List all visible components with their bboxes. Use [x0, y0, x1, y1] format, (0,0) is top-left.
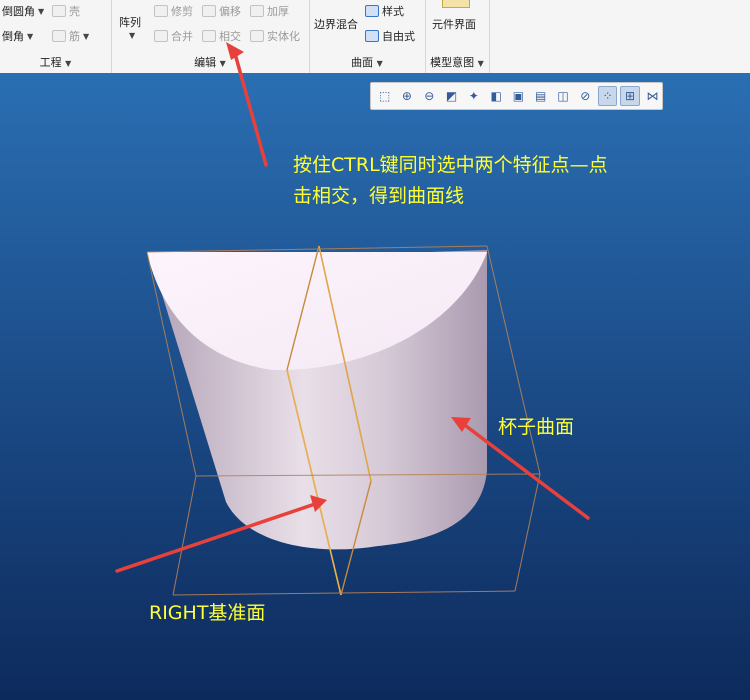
view-toolbar: ⬚ ⊕ ⊖ ◩ ✦ ◧ ▣ ▤ ◫ ⊘ ⁘ ⊞ ⋈	[370, 82, 663, 110]
instruction-text: 按住CTRL键同时选中两个特征点—点 击相交，得到曲面线	[293, 150, 608, 212]
arrow-head-top	[226, 42, 244, 60]
view-manager-icon[interactable]: ▤	[531, 86, 550, 106]
display-style-icon[interactable]: ◧	[486, 86, 505, 106]
axis-display-icon[interactable]: ⊘	[576, 86, 595, 106]
app-window: 倒圆角 ▼ 壳 倒角 ▼ 筋 ▼ 工程 ▼ 阵列 ▼ 修剪 偏移 加厚 合并 相…	[0, 0, 750, 700]
annotation-display-icon[interactable]: ⋈	[643, 86, 662, 106]
right-plane-label: RIGHT基准面	[149, 602, 266, 624]
instruction-line-2: 击相交，得到曲面线	[293, 185, 465, 207]
cup-surface-label: 杯子曲面	[498, 416, 575, 438]
spin-center-icon[interactable]: ✦	[464, 86, 483, 106]
point-display-icon[interactable]: ⁘	[597, 86, 618, 106]
repaint-icon[interactable]: ◩	[442, 86, 461, 106]
zoom-out-icon[interactable]: ⊖	[420, 86, 439, 106]
zoom-in-icon[interactable]: ⊕	[397, 86, 416, 106]
saved-orientations-icon[interactable]: ▣	[509, 86, 528, 106]
plane-display-icon[interactable]: ◫	[553, 86, 572, 106]
refit-icon[interactable]: ⬚	[375, 86, 394, 106]
instruction-line-1: 按住CTRL键同时选中两个特征点—点	[293, 154, 608, 176]
csys-display-icon[interactable]: ⊞	[620, 86, 640, 106]
